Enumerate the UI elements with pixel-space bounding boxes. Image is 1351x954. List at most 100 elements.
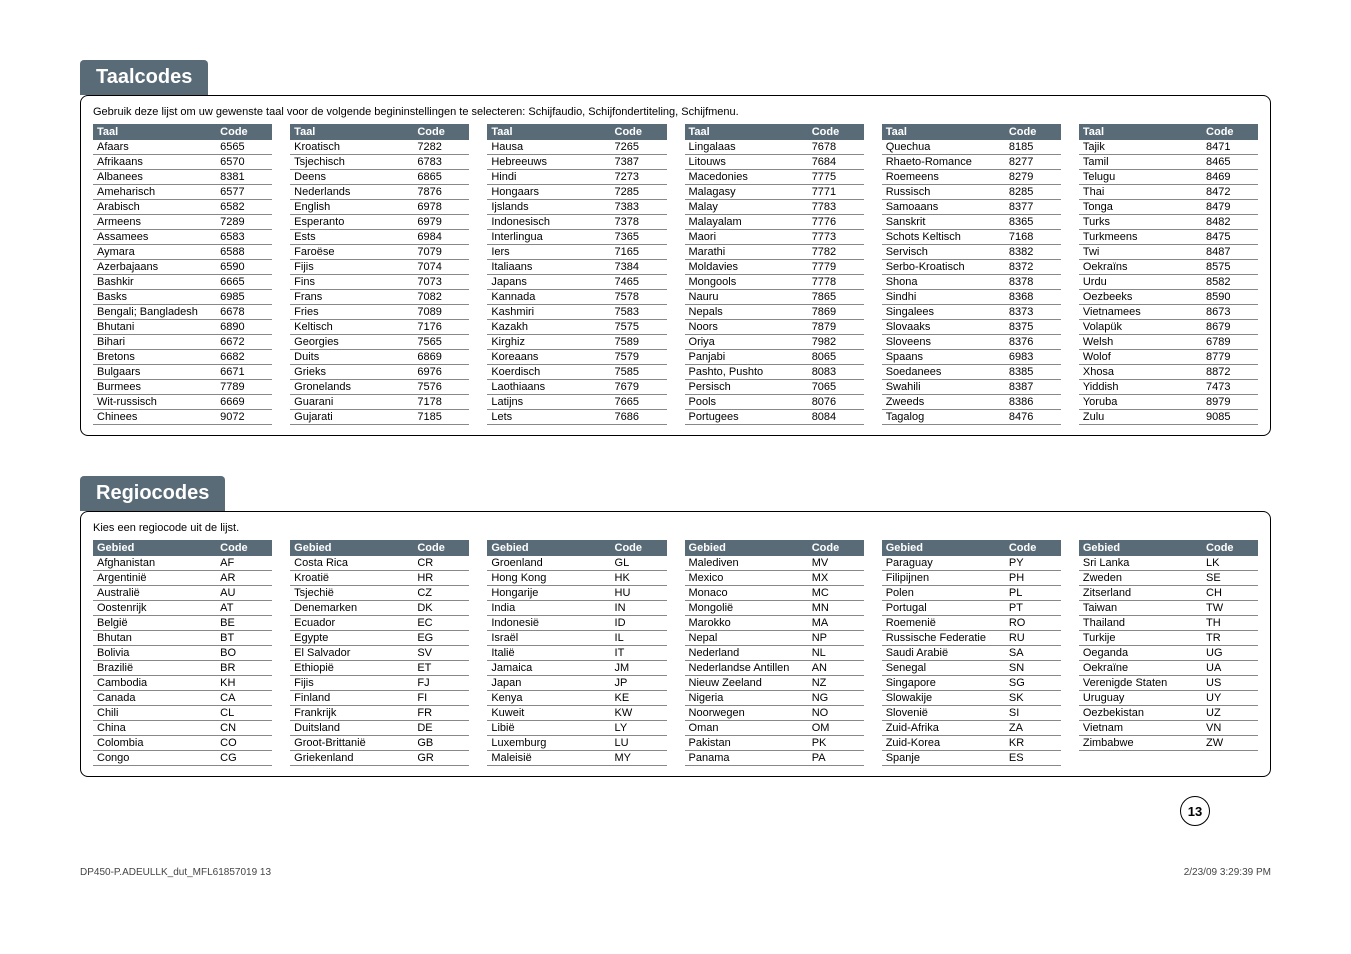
table-column: GebiedCodeMaledivenMVMexicoMXMonacoMCMon…: [685, 540, 864, 766]
table-row: Quechua8185: [882, 140, 1061, 155]
table-row: IndonesiëID: [487, 616, 666, 631]
cell-name: Shona: [882, 275, 1005, 289]
table-row: Turkmeens8475: [1079, 230, 1258, 245]
cell-code: PA: [808, 751, 864, 765]
cell-code: 7585: [611, 365, 667, 379]
cell-code: 7473: [1202, 380, 1258, 394]
cell-code: 8376: [1005, 335, 1061, 349]
cell-name: Turks: [1079, 215, 1202, 229]
cell-code: 6869: [413, 350, 469, 364]
cell-name: Zimbabwe: [1079, 736, 1202, 750]
cell-name: Tsjechië: [290, 586, 413, 600]
table-row: Twi8487: [1079, 245, 1258, 260]
cell-code: 7378: [611, 215, 667, 229]
table-row: Fijis7074: [290, 260, 469, 275]
table-row: FijisFJ: [290, 676, 469, 691]
cell-code: TR: [1202, 631, 1258, 645]
cell-code: MC: [808, 586, 864, 600]
cell-code: 7773: [808, 230, 864, 244]
cell-code: MX: [808, 571, 864, 585]
cell-code: 7383: [611, 200, 667, 214]
cell-name: Keltisch: [290, 320, 413, 334]
cell-code: 8479: [1202, 200, 1258, 214]
cell-code: 6984: [413, 230, 469, 244]
cell-code: IL: [611, 631, 667, 645]
cell-name: Bhutan: [93, 631, 216, 645]
cell-name: Russisch: [882, 185, 1005, 199]
cell-code: LY: [611, 721, 667, 735]
cell-name: Tamil: [1079, 155, 1202, 169]
table-row: Thai8472: [1079, 185, 1258, 200]
cell-code: CG: [216, 751, 272, 765]
cell-name: Burmees: [93, 380, 216, 394]
table-row: AfghanistanAF: [93, 556, 272, 571]
table-row: Sloveens8376: [882, 335, 1061, 350]
cell-code: 8679: [1202, 320, 1258, 334]
cell-code: IN: [611, 601, 667, 615]
cell-name: Ijslands: [487, 200, 610, 214]
table-row: MexicoMX: [685, 571, 864, 586]
cell-code: 6583: [216, 230, 272, 244]
cell-name: Afrikaans: [93, 155, 216, 169]
cell-code: CZ: [413, 586, 469, 600]
cell-name: Lingalaas: [685, 140, 808, 154]
table-row: Sri LankaLK: [1079, 556, 1258, 571]
cell-code: DE: [413, 721, 469, 735]
table-row: Oezbeeks8590: [1079, 290, 1258, 305]
table-row: Kashmiri7583: [487, 305, 666, 320]
cell-name: Nepal: [685, 631, 808, 645]
header-code: Code: [216, 124, 272, 140]
column-header: GebiedCode: [685, 540, 864, 556]
header-name: Gebied: [93, 540, 216, 556]
cell-code: CR: [413, 556, 469, 570]
cell-code: 8382: [1005, 245, 1061, 259]
cell-name: Rhaeto-Romance: [882, 155, 1005, 169]
cell-code: 7665: [611, 395, 667, 409]
cell-name: Monaco: [685, 586, 808, 600]
table-row: Turks8482: [1079, 215, 1258, 230]
cell-code: SA: [1005, 646, 1061, 660]
table-column: GebiedCodeSri LankaLKZwedenSEZitserlandC…: [1079, 540, 1258, 766]
cell-name: Griekenland: [290, 751, 413, 765]
cell-code: 7789: [216, 380, 272, 394]
cell-name: Russische Federatie: [882, 631, 1005, 645]
table-row: English6978: [290, 200, 469, 215]
taalcodes-box: Gebruik deze lijst om uw gewenste taal v…: [80, 95, 1271, 436]
page-footer: DP450-P.ADEULLK_dut_MFL61857019 13 2/23/…: [80, 867, 1271, 878]
cell-code: NZ: [808, 676, 864, 690]
table-row: SenegalSN: [882, 661, 1061, 676]
cell-name: Aymara: [93, 245, 216, 259]
cell-name: Mexico: [685, 571, 808, 585]
cell-code: 8387: [1005, 380, 1061, 394]
table-row: Arabisch6582: [93, 200, 272, 215]
cell-code: HU: [611, 586, 667, 600]
cell-name: Frankrijk: [290, 706, 413, 720]
table-row: Tagalog8476: [882, 410, 1061, 425]
cell-name: Litouws: [685, 155, 808, 169]
cell-code: FJ: [413, 676, 469, 690]
cell-code: GB: [413, 736, 469, 750]
cell-code: 7074: [413, 260, 469, 274]
table-row: Verenigde StatenUS: [1079, 676, 1258, 691]
table-row: VietnamVN: [1079, 721, 1258, 736]
cell-code: BO: [216, 646, 272, 660]
table-row: Frans7082: [290, 290, 469, 305]
header-code: Code: [413, 540, 469, 556]
cell-name: Hausa: [487, 140, 610, 154]
cell-name: Georgies: [290, 335, 413, 349]
header-code: Code: [1202, 124, 1258, 140]
cell-code: 7879: [808, 320, 864, 334]
table-row: ZimbabweZW: [1079, 736, 1258, 751]
cell-name: Moldavies: [685, 260, 808, 274]
cell-code: 8377: [1005, 200, 1061, 214]
column-header: GebiedCode: [93, 540, 272, 556]
table-row: Russisch8285: [882, 185, 1061, 200]
cell-name: Deens: [290, 170, 413, 184]
cell-code: 7387: [611, 155, 667, 169]
cell-name: Bulgaars: [93, 365, 216, 379]
table-row: Lets7686: [487, 410, 666, 425]
cell-name: Malediven: [685, 556, 808, 570]
table-row: SingaporeSG: [882, 676, 1061, 691]
table-row: ThailandTH: [1079, 616, 1258, 631]
table-column: TaalCodeHausa7265Hebreeuws7387Hindi7273H…: [487, 124, 666, 425]
